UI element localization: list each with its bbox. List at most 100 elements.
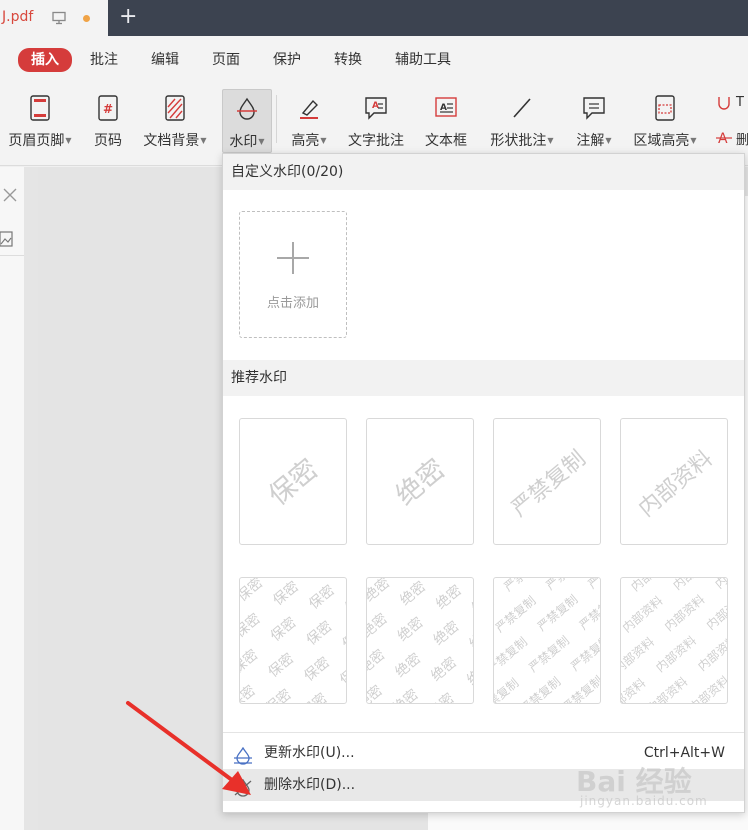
preset-tile-text: 保密 (298, 690, 330, 704)
text-comment-button[interactable]: A 文字批注 (343, 89, 409, 153)
preset-no-copy-tiled[interactable]: 严禁复制 严禁复制 严禁复制 严禁复制 严禁复制 严禁复制 严禁复制 严禁复制 严禁复制 严禁复制… (493, 577, 601, 704)
menu-item-page[interactable]: 页面 (212, 49, 240, 71)
chevron-down-icon: ▼ (690, 136, 697, 145)
header-footer-icon (4, 95, 76, 127)
highlight-icon (286, 95, 332, 127)
watermark-url: jingyan.baidu.com (580, 794, 708, 808)
preset-text: 严禁复制 (507, 446, 590, 522)
area-highlight-icon (628, 95, 702, 127)
watermark-icon (223, 96, 271, 128)
preset-tile-text: 绝密 (466, 622, 474, 653)
underline-icon (716, 95, 732, 117)
menu-item-protect[interactable]: 保护 (273, 49, 301, 71)
highlight-button[interactable]: 高亮▼ (286, 89, 332, 153)
preset-tile-text: 严禁复制 (494, 594, 539, 636)
preset-internal-large[interactable]: 内部资料 (620, 418, 728, 545)
menu-bar: 插入 批注 编辑 页面 保护 转换 辅助工具 (0, 36, 748, 83)
watermark-label: 水印 (229, 134, 258, 150)
update-watermark-label: 更新水印(U)... (264, 745, 355, 761)
preset-tile-text: 保密 (270, 578, 302, 609)
preset-tile-text: 保密 (265, 650, 297, 681)
monitor-icon[interactable] (52, 11, 66, 29)
new-tab-button[interactable]: + (119, 6, 137, 28)
menu-item-comment[interactable]: 批注 (90, 49, 118, 71)
add-watermark-button[interactable]: 点击添加 (239, 211, 347, 338)
strikethrough-icon: A (716, 129, 732, 151)
preset-tile-text: 绝密 (367, 682, 386, 704)
preset-text: 内部资料 (634, 446, 717, 522)
preset-tile-text: 绝密 (463, 658, 474, 689)
document-background-label: 文档背景 (143, 133, 200, 149)
partial-tool-right-label-2: 删 (736, 133, 748, 148)
preset-confidential-tiled[interactable]: 保密保密保密保密保密保密保密保密保密保密保密保密保密保密保密保密保密保密保密保密… (239, 577, 347, 704)
area-highlight-label: 区域高亮 (633, 133, 690, 149)
preset-tile-text: 绝密 (389, 686, 421, 704)
textbox-button[interactable]: A 文本框 (420, 89, 472, 153)
menu-item-convert[interactable]: 转换 (334, 49, 362, 71)
annotation-icon (571, 95, 617, 127)
textbox-icon: A (420, 95, 472, 127)
add-watermark-label: 点击添加 (266, 296, 319, 311)
preset-tile-text: 绝密 (397, 578, 429, 609)
header-footer-button[interactable]: 页眉页脚▼ (4, 89, 76, 153)
document-background-icon (138, 95, 212, 127)
chevron-down-icon: ▼ (65, 136, 72, 145)
menu-item-edit[interactable]: 编辑 (151, 49, 179, 71)
header-footer-label: 页眉页脚 (8, 133, 65, 149)
preset-tile-text: 内部资料 (653, 633, 699, 675)
plus-icon (240, 240, 346, 280)
image-icon[interactable] (0, 231, 14, 251)
preset-tile-text: 严禁复制 (585, 578, 601, 591)
close-icon[interactable] (2, 187, 18, 207)
menu-item-accessibility-tools[interactable]: 辅助工具 (395, 49, 451, 71)
preset-tile-text: 保密 (240, 578, 266, 605)
menu-item-insert[interactable]: 插入 (18, 48, 72, 72)
delete-watermark-icon (233, 777, 253, 809)
preset-tile-text: 保密 (344, 578, 347, 581)
document-tab[interactable]: J.pdf (0, 0, 108, 36)
preset-confidential-large[interactable]: 保密 (239, 418, 347, 545)
preset-tile-text: 内部资料 (703, 590, 728, 632)
highlight-label: 高亮 (291, 133, 320, 149)
page-number-button[interactable]: # 页码 (88, 89, 128, 153)
preset-tile-text: 严禁复制 (568, 632, 601, 674)
shape-comment-icon (484, 95, 560, 127)
preset-tile-text: 绝密 (430, 618, 462, 649)
delete-watermark-label: 删除水印(D)... (264, 777, 356, 793)
preset-tile-text: 保密 (306, 582, 338, 613)
preset-tile-text: 保密 (262, 686, 294, 704)
preset-tile-text: 严禁复制 (535, 592, 581, 634)
document-background-button[interactable]: 文档背景▼ (138, 89, 212, 153)
preset-tile-text: 内部资料 (621, 593, 666, 635)
page-number-label: 页码 (94, 133, 122, 149)
preset-tile-text: 绝密 (392, 650, 424, 681)
preset-internal-tiled[interactable]: 内部资料 内部资料 内部资料 内部资料 内部资料 内部资料 内部资料 内部资料 内部资料 内部资料… (620, 577, 728, 704)
annotation-button[interactable]: 注解▼ (571, 89, 617, 153)
preset-tile-text: 保密 (240, 610, 264, 641)
shape-comment-button[interactable]: 形状批注▼ (484, 89, 560, 153)
preset-tile-text: 内部资料 (695, 631, 728, 673)
area-highlight-button[interactable]: 区域高亮▼ (628, 89, 702, 153)
preset-tile-text: 内部资料 (670, 578, 716, 593)
annotation-label: 注解 (576, 133, 605, 149)
watermark-dropdown: 自定义水印(0/20) 点击添加 推荐水印 保密 绝密 严禁复制 内部资料 保密… (222, 153, 745, 813)
title-bar: J.pdf + (0, 0, 748, 36)
preset-tile-text: 内部资料 (628, 578, 674, 594)
partial-tool-right[interactable]: T A 删 (712, 89, 748, 153)
baidu-jingyan-watermark: Bai 经验 jingyan.baidu.com (576, 760, 748, 810)
preset-tile-text: 严禁复制 (494, 676, 521, 704)
preset-top-secret-tiled[interactable]: 绝密绝密绝密绝密绝密绝密绝密绝密绝密绝密绝密绝密绝密绝密绝密绝密绝密绝密绝密绝密… (366, 577, 474, 704)
preset-no-copy-large[interactable]: 严禁复制 (493, 418, 601, 545)
left-side-panel (0, 167, 24, 830)
preset-tile-text: 严禁复制 (494, 595, 497, 637)
preset-tile-text: 保密 (267, 614, 299, 645)
preset-tile-text: 绝密 (461, 694, 474, 704)
preset-tile-text: 严禁复制 (494, 635, 530, 677)
preset-top-secret-large[interactable]: 绝密 (366, 418, 474, 545)
preset-tile-text: 内部资料 (621, 634, 657, 676)
watermark-button[interactable]: 水印▼ (222, 89, 272, 153)
svg-text:A: A (372, 101, 379, 111)
textbox-label: 文本框 (425, 133, 467, 149)
preset-tile-text: 保密 (341, 586, 347, 617)
preset-text: 绝密 (390, 453, 451, 511)
